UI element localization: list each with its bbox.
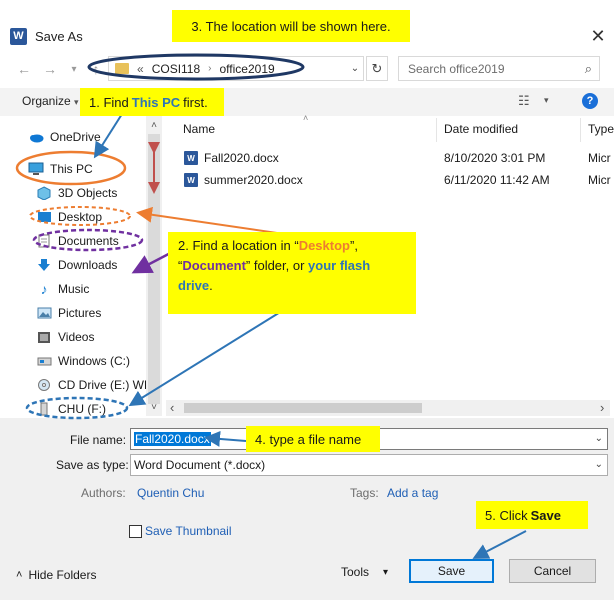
word-document-icon: W — [184, 173, 198, 187]
videos-icon — [36, 330, 52, 344]
sidebar-item-documents[interactable]: Documents — [36, 230, 119, 252]
documents-icon — [36, 234, 52, 248]
file-name: summer2020.docx — [204, 173, 303, 187]
help-icon[interactable]: ? — [582, 93, 598, 109]
hide-folders-button[interactable]: ˄ Hide Folders — [16, 568, 96, 582]
file-name-label: File name: — [70, 433, 127, 447]
file-type: Micr — [588, 173, 611, 187]
chevron-up-icon: ˄ — [16, 569, 23, 581]
sidebar-item-music[interactable]: ♪ Music — [36, 278, 90, 300]
breadcrumb-office2019[interactable]: office2019 — [220, 62, 275, 76]
cancel-button[interactable]: Cancel — [509, 559, 596, 583]
sidebar-item-this-pc[interactable]: This PC — [28, 158, 93, 180]
column-divider[interactable] — [436, 118, 437, 142]
up-arrow-icon[interactable]: ↑ — [86, 59, 106, 79]
search-icon[interactable]: ⌕ — [585, 61, 592, 77]
cube-icon — [36, 186, 52, 200]
refresh-icon[interactable]: ↻ — [366, 56, 388, 81]
cloud-icon — [28, 130, 44, 144]
authors-label: Authors: — [81, 486, 126, 500]
scroll-up-icon[interactable]: ˄ — [146, 120, 162, 131]
sidebar-item-cd-drive[interactable]: CD Drive (E:) WD — [36, 374, 153, 396]
file-date: 8/10/2020 3:01 PM — [444, 151, 546, 165]
save-as-type-value: Word Document (*.docx) — [134, 458, 266, 472]
note-find-this-pc: 1. Find This PC first. — [80, 88, 224, 116]
tools-dropdown-icon: ▾ — [383, 566, 389, 578]
word-document-icon: W — [184, 151, 198, 165]
save-as-type-label: Save as type: — [56, 458, 129, 472]
column-divider[interactable] — [580, 118, 581, 142]
usb-icon — [36, 402, 52, 416]
sidebar-item-pictures[interactable]: Pictures — [36, 302, 101, 324]
column-header-type[interactable]: Type — [588, 122, 614, 138]
close-icon[interactable]: ✕ — [588, 24, 608, 48]
note-find-location: 2. Find a location in “Desktop”, “Docume… — [168, 232, 416, 314]
save-thumbnail-checkbox[interactable] — [129, 525, 142, 538]
scroll-down-icon[interactable]: ˅ — [146, 402, 162, 413]
cd-icon — [36, 378, 52, 392]
view-options-icon[interactable]: ☷ — [518, 93, 530, 109]
address-bar[interactable]: « COSI118 › office2019 — [108, 56, 364, 81]
breadcrumb-separator-icon[interactable]: › — [208, 63, 211, 74]
sidebar-item-windows-c[interactable]: Windows (C:) — [36, 350, 130, 372]
note-click-save: 5. Click Save — [476, 501, 588, 529]
file-name: Fall2020.docx — [204, 151, 279, 165]
word-app-icon: W — [10, 27, 27, 45]
pictures-icon — [36, 306, 52, 320]
save-type-dropdown-icon[interactable]: ⌄ — [595, 459, 603, 470]
recent-locations-icon[interactable]: ▾ — [64, 59, 84, 79]
hscroll-thumb[interactable] — [184, 403, 422, 413]
sidebar-item-onedrive[interactable]: OneDrive — [28, 126, 101, 148]
file-name-dropdown-icon[interactable]: ⌄ — [595, 433, 603, 444]
computer-icon — [28, 162, 44, 176]
file-date: 6/11/2020 11:42 AM — [444, 173, 550, 187]
window-title: Save As — [35, 28, 83, 44]
hscroll-left-icon[interactable]: ‹ — [170, 400, 174, 415]
sidebar-item-desktop[interactable]: Desktop — [36, 206, 102, 228]
folder-icon — [115, 63, 129, 74]
save-button[interactable]: Save — [409, 559, 494, 583]
view-dropdown-icon[interactable]: ▾ — [544, 95, 549, 106]
breadcrumb-cosi118[interactable]: COSI118 — [152, 62, 200, 76]
sidebar-item-videos[interactable]: Videos — [36, 326, 94, 348]
save-as-type-select[interactable]: Word Document (*.docx) ⌄ — [130, 454, 608, 476]
sidebar-item-3d-objects[interactable]: 3D Objects — [36, 182, 117, 204]
file-name-value: Fall2020.docx — [134, 432, 211, 446]
sidebar-item-chu-f[interactable]: CHU (F:) — [36, 398, 106, 420]
tools-button[interactable]: Tools ▾ — [341, 565, 388, 579]
search-placeholder: Search office2019 — [408, 61, 505, 76]
sidebar-item-downloads[interactable]: Downloads — [36, 254, 117, 276]
forward-arrow-icon[interactable]: → — [40, 59, 60, 79]
search-input[interactable]: Search office2019 ⌕ — [398, 56, 600, 81]
column-header-date-modified[interactable]: Date modified — [444, 122, 518, 138]
music-icon: ♪ — [40, 281, 48, 297]
drive-icon — [36, 354, 52, 368]
back-arrow-icon[interactable]: ← — [14, 59, 34, 79]
authors-value[interactable]: Quentin Chu — [137, 486, 204, 500]
organize-button[interactable]: Organize ▾ — [22, 94, 79, 108]
title-bar: W Save As — [10, 24, 83, 48]
desktop-icon — [36, 210, 52, 224]
save-thumbnail-label[interactable]: Save Thumbnail — [145, 524, 232, 538]
breadcrumb-chevron-icon[interactable]: « — [137, 62, 144, 76]
tags-label: Tags: — [350, 486, 379, 500]
hide-folders-label: Hide Folders — [28, 568, 97, 582]
sort-ascending-icon: ˄ — [303, 113, 309, 123]
hscroll-right-icon[interactable]: › — [600, 400, 604, 415]
column-header-name[interactable]: Name — [183, 122, 215, 138]
note-location: 3. The location will be shown here. — [172, 10, 410, 42]
sidebar-scroll-thumb[interactable] — [148, 134, 160, 404]
download-icon — [36, 258, 52, 272]
note-type-file-name: 4. type a file name — [246, 426, 380, 452]
tags-input[interactable]: Add a tag — [387, 486, 438, 500]
address-dropdown-icon[interactable]: ⌄ — [344, 56, 366, 81]
file-type: Micr — [588, 151, 611, 165]
